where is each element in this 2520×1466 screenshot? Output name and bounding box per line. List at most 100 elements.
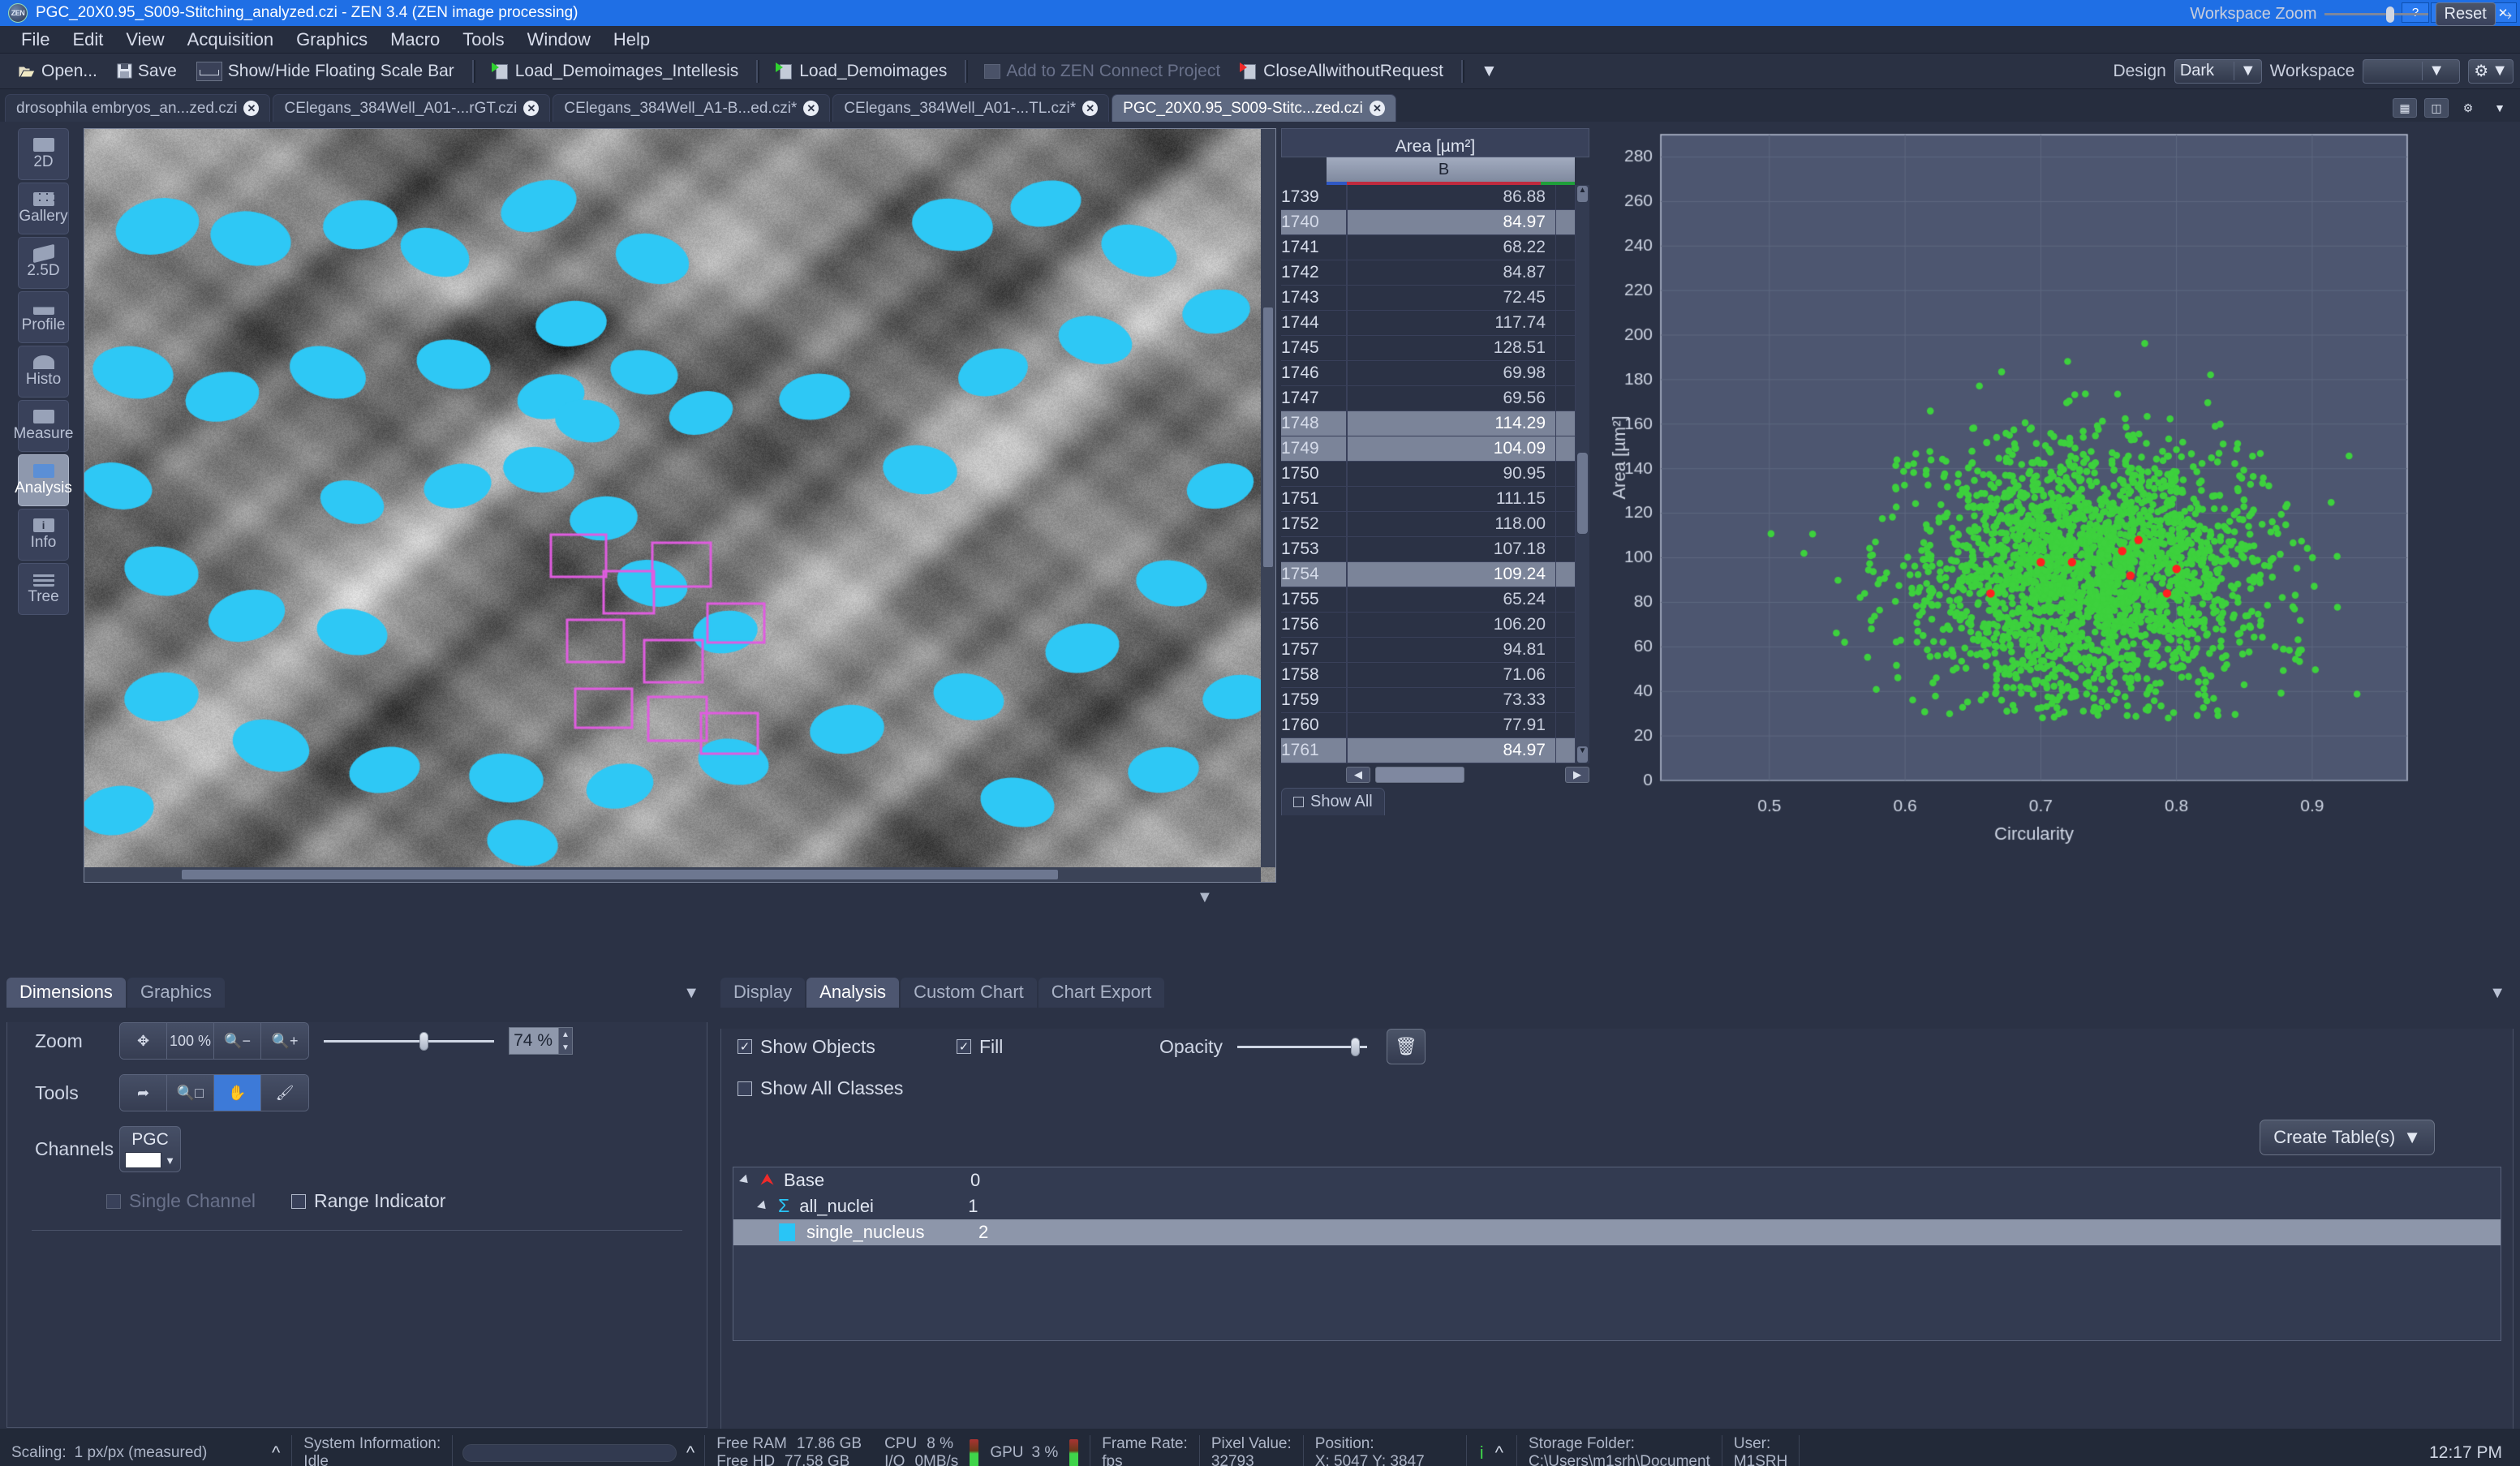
table-row[interactable]: 1758 71.06 bbox=[1281, 663, 1589, 688]
delete-button[interactable]: 🗑 bbox=[1387, 1029, 1426, 1064]
zoom-spinner-arrows[interactable]: ▲ ▼ bbox=[559, 1027, 573, 1055]
rail-item-25d[interactable]: 2.5D bbox=[18, 237, 69, 289]
scatter-chart-canvas[interactable] bbox=[1602, 128, 2422, 858]
table-vertical-scrollbar[interactable]: ▲ ▼ bbox=[1575, 185, 1589, 763]
expand-triangle-icon-1[interactable] bbox=[757, 1200, 769, 1212]
table-row[interactable]: 1754 109.24 bbox=[1281, 562, 1589, 587]
macro-load-demoimages-button[interactable]: Load_Demoimages bbox=[766, 60, 957, 83]
zoom-spinner[interactable]: 74 % ▲ ▼ bbox=[509, 1027, 573, 1055]
zoom-100-button[interactable]: 100 % bbox=[167, 1023, 214, 1059]
zoom-slider[interactable] bbox=[324, 1040, 494, 1043]
doc-tab-1[interactable]: CElegans_384Well_A01-...rGT.czi ✕ bbox=[273, 94, 550, 122]
tile-view-icon[interactable]: ▦ bbox=[2393, 98, 2417, 118]
table-row[interactable]: 1749 104.09 bbox=[1281, 436, 1589, 462]
menu-item-acquisition[interactable]: Acquisition bbox=[176, 27, 285, 53]
create-tables-button[interactable]: Create Table(s) ▼ bbox=[2260, 1120, 2435, 1155]
workspace-zoom-reset-button[interactable]: Reset bbox=[2436, 2, 2496, 26]
chevron-down-icon-channel[interactable]: ▼ bbox=[165, 1154, 175, 1167]
settings-menu-button[interactable]: ⚙ ▼ bbox=[2468, 59, 2514, 84]
single-channel-checkbox[interactable]: Single Channel bbox=[106, 1190, 256, 1212]
image-frame[interactable] bbox=[84, 128, 1276, 883]
table-scroll-down-icon[interactable]: ▼ bbox=[1577, 746, 1588, 763]
hscroll-right-icon[interactable]: ▶ bbox=[1565, 767, 1589, 783]
channel-button[interactable]: PGC ▼ bbox=[119, 1126, 181, 1172]
tab-dimensions[interactable]: Dimensions bbox=[6, 978, 126, 1008]
table-row[interactable]: 1747 69.56 bbox=[1281, 386, 1589, 411]
menu-item-tools[interactable]: Tools bbox=[451, 27, 515, 53]
design-select[interactable]: Dark ▼ bbox=[2174, 59, 2262, 84]
zoom-fit-button[interactable]: ✥ bbox=[120, 1023, 167, 1059]
table-row[interactable]: 1761 84.97 bbox=[1281, 738, 1589, 763]
pan-hand-tool-button[interactable]: ✋ bbox=[214, 1075, 261, 1111]
sysinfo-expand-icon[interactable]: ^ bbox=[686, 1442, 695, 1464]
table-row[interactable]: 1739 86.88 bbox=[1281, 185, 1589, 210]
scaling-expand-icon[interactable]: ^ bbox=[218, 1442, 291, 1464]
toolbar-overflow-button[interactable]: ▼ bbox=[1471, 60, 1507, 83]
rail-item-measure[interactable]: Measure bbox=[18, 400, 69, 452]
undock-icon[interactable]: ⤷ bbox=[2503, 5, 2512, 24]
menu-item-window[interactable]: Window bbox=[516, 27, 602, 53]
table-row[interactable]: 1750 90.95 bbox=[1281, 462, 1589, 487]
chevron-down-icon-create[interactable]: ▼ bbox=[2403, 1127, 2421, 1148]
tab-graphics[interactable]: Graphics bbox=[127, 978, 225, 1008]
table-row[interactable]: 1752 118.00 bbox=[1281, 512, 1589, 537]
doc-tab-0[interactable]: drosophila embryos_an...zed.czi ✕ bbox=[5, 94, 270, 122]
rail-item-profile[interactable]: Profile bbox=[18, 291, 69, 343]
opacity-slider-knob[interactable] bbox=[1351, 1038, 1360, 1056]
close-icon-2[interactable]: ✕ bbox=[803, 101, 819, 116]
table-hscroll-thumb[interactable] bbox=[1375, 767, 1464, 783]
table-body[interactable]: 1739 86.88 1740 84.97 1741 68.22 1742 84.87 1743… bbox=[1281, 185, 1589, 763]
show-objects-checkbox[interactable]: ✓ Show Objects bbox=[738, 1036, 957, 1058]
table-row[interactable]: 1740 84.97 bbox=[1281, 210, 1589, 235]
hscroll-left-icon[interactable]: ◀ bbox=[1346, 767, 1370, 783]
table-scroll-up-icon[interactable]: ▲ bbox=[1577, 186, 1588, 202]
doc-tab-3[interactable]: CElegans_384Well_A01-...TL.czi* ✕ bbox=[832, 94, 1109, 122]
dimensions-collapse-icon[interactable]: ▼ bbox=[683, 984, 714, 1008]
save-button[interactable]: Save bbox=[107, 60, 187, 83]
table-row[interactable]: 1746 69.98 bbox=[1281, 361, 1589, 386]
zoom-region-tool-button[interactable]: 🔍□ bbox=[167, 1075, 214, 1111]
table-row[interactable]: 1742 84.87 bbox=[1281, 260, 1589, 286]
info-status-icon[interactable]: i bbox=[1480, 1442, 1484, 1464]
open-button[interactable]: Open... bbox=[8, 60, 107, 83]
vscroll-thumb[interactable] bbox=[1263, 307, 1273, 567]
rail-item-histo[interactable]: Histo bbox=[18, 346, 69, 398]
opacity-slider[interactable] bbox=[1237, 1046, 1367, 1048]
tab-display[interactable]: Display bbox=[720, 978, 805, 1008]
rail-item-tree[interactable]: Tree bbox=[18, 563, 69, 615]
tree-row-base[interactable]: ⮝ Base 0 bbox=[733, 1167, 2501, 1193]
zoom-out-button[interactable]: 🔍− bbox=[214, 1023, 261, 1059]
menu-item-macro[interactable]: Macro bbox=[379, 27, 451, 53]
show-all-classes-checkbox[interactable]: Show All Classes bbox=[738, 1077, 903, 1099]
table-row[interactable]: 1748 114.29 bbox=[1281, 411, 1589, 436]
table-row[interactable]: 1756 106.20 bbox=[1281, 613, 1589, 638]
table-row[interactable]: 1755 65.24 bbox=[1281, 587, 1589, 613]
zoom-in-button[interactable]: 🔍+ bbox=[261, 1023, 308, 1059]
microscopy-image[interactable] bbox=[84, 129, 1276, 883]
rail-item-info[interactable]: i Info bbox=[18, 509, 69, 561]
workspace-zoom-knob[interactable] bbox=[2386, 6, 2394, 23]
table-row[interactable]: 1741 68.22 bbox=[1281, 235, 1589, 260]
channel-color-swatch[interactable] bbox=[125, 1152, 161, 1168]
macro-load-demoimages-intellesis-button[interactable]: Load_Demoimages_Intellesis bbox=[482, 60, 749, 83]
show-all-tab[interactable]: Show All bbox=[1281, 788, 1385, 815]
menu-item-help[interactable]: Help bbox=[602, 27, 661, 53]
show-all-checkbox-icon[interactable] bbox=[1293, 797, 1304, 807]
close-icon-0[interactable]: ✕ bbox=[243, 101, 259, 116]
table-row[interactable]: 1743 72.45 bbox=[1281, 286, 1589, 311]
doc-tab-4[interactable]: PGC_20X0.95_S009-Stitc...zed.czi ✕ bbox=[1112, 94, 1396, 122]
menu-item-edit[interactable]: Edit bbox=[61, 27, 114, 53]
rail-item-2d[interactable]: 2D bbox=[18, 128, 69, 180]
status-expand-icon[interactable]: ^ bbox=[1495, 1442, 1503, 1464]
rail-item-analysis[interactable]: Analysis bbox=[18, 454, 69, 506]
table-row[interactable]: 1753 107.18 bbox=[1281, 537, 1589, 562]
table-row[interactable]: 1759 73.33 bbox=[1281, 688, 1589, 713]
menu-item-graphics[interactable]: Graphics bbox=[285, 27, 379, 53]
menu-item-view[interactable]: View bbox=[114, 27, 175, 53]
table-row[interactable]: 1760 77.91 bbox=[1281, 713, 1589, 738]
table-row[interactable]: 1757 94.81 bbox=[1281, 638, 1589, 663]
range-indicator-checkbox[interactable]: Range Indicator bbox=[291, 1190, 445, 1212]
table-row[interactable]: 1751 111.15 bbox=[1281, 487, 1589, 512]
macro-closeallwithoutrequest-button[interactable]: CloseAllwithoutRequest bbox=[1230, 60, 1453, 83]
workspace-zoom-slider[interactable] bbox=[2324, 13, 2428, 15]
